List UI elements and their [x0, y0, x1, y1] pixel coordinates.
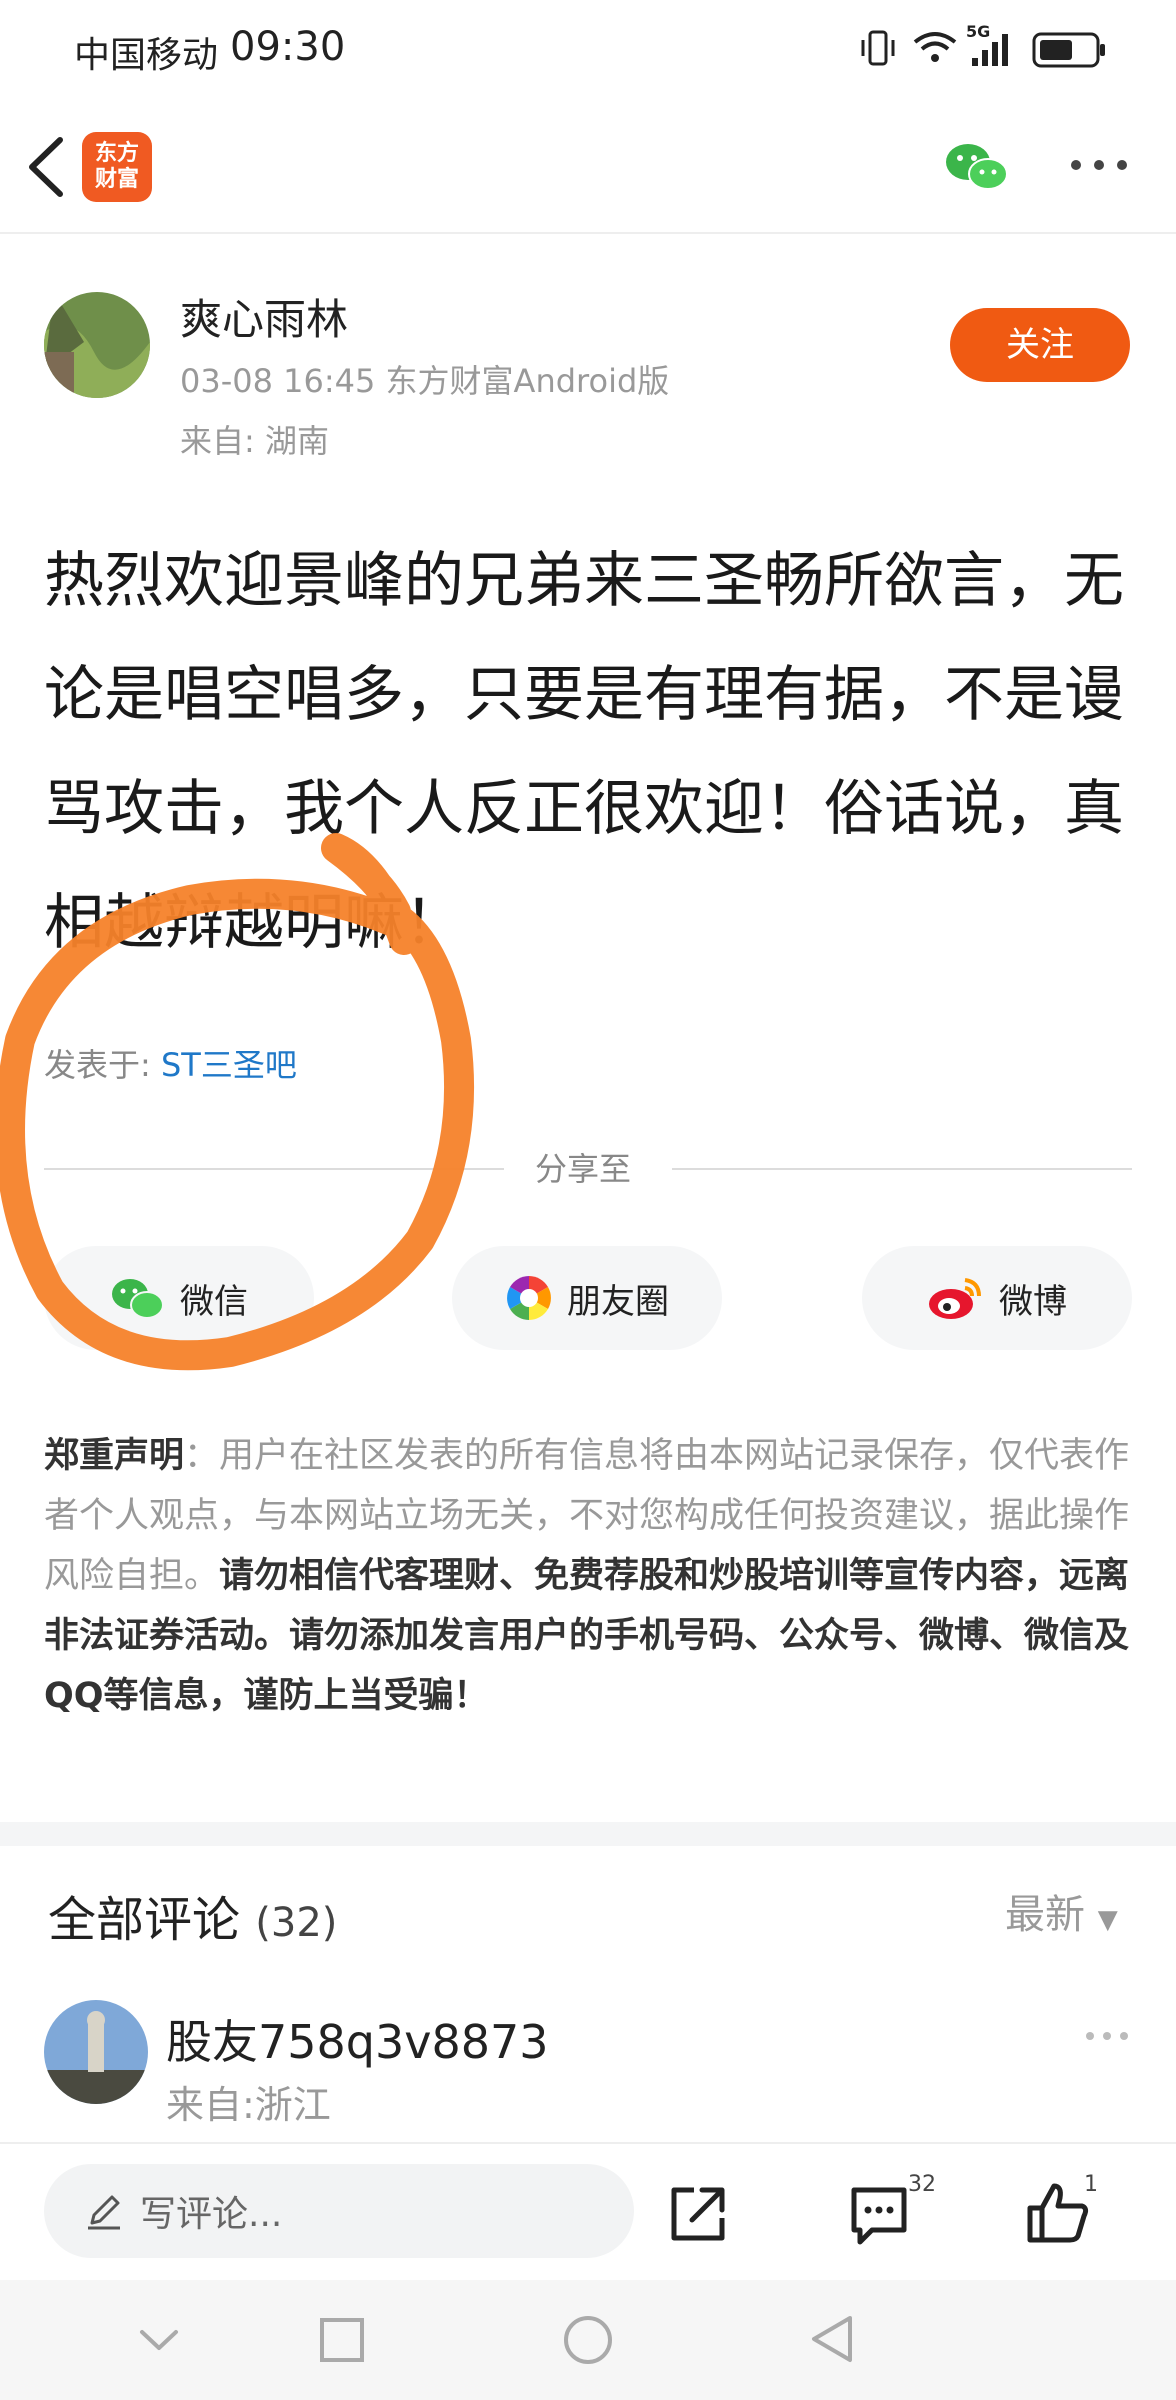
- share-title: 分享至: [535, 1150, 632, 1188]
- commenter-avatar[interactable]: [44, 2000, 148, 2104]
- commenter-name[interactable]: 股友758q3v8873: [166, 2006, 549, 2072]
- commenter-location: 来自:浙江: [166, 2083, 331, 2127]
- moments-icon: [507, 1276, 551, 1320]
- comment-more-icon[interactable]: [1082, 2026, 1132, 2046]
- forum-link[interactable]: ST三圣吧: [161, 1046, 297, 1084]
- wechat-icon: [112, 1279, 164, 1319]
- app-logo[interactable]: 东方 财富: [82, 132, 152, 202]
- comments-header: 全部评论 (32): [48, 1880, 337, 1950]
- vibrate-icon: [861, 30, 895, 66]
- section-divider: [0, 1822, 1176, 1846]
- like-count-badge: 1: [1084, 2172, 1098, 2197]
- share-weibo-button[interactable]: 微博: [862, 1246, 1132, 1350]
- wechat-share-icon[interactable]: [944, 138, 1010, 194]
- clock: 09:30: [230, 24, 346, 70]
- status-bar: 中国移动 09:30 5G: [0, 0, 1176, 100]
- author-avatar[interactable]: [44, 292, 150, 398]
- comment-bubble-icon[interactable]: [848, 2184, 910, 2246]
- write-comment-input[interactable]: 写评论...: [44, 2164, 634, 2258]
- share-divider-right: [672, 1168, 1132, 1170]
- disclaimer: 郑重声明：用户在社区发表的所有信息将由本网站记录保存，仅代表作者个人观点，与本网…: [44, 1426, 1134, 1726]
- share-wechat-button[interactable]: 微信: [44, 1246, 314, 1350]
- share-external-icon[interactable]: [668, 2184, 728, 2244]
- comment-count-badge: 32: [908, 2172, 936, 2197]
- share-wechat-label: 微信: [180, 1281, 248, 1322]
- caret-down-icon: ▼: [1097, 1905, 1118, 1935]
- share-moments-label: 朋友圈: [567, 1281, 669, 1322]
- battery-icon: [1032, 32, 1105, 68]
- signal-icon: [972, 34, 1008, 66]
- comments-count: (32): [255, 1900, 338, 1946]
- sort-label: 最新: [1005, 1892, 1085, 1938]
- post-meta: 03-08 16:45 东方财富Android版: [180, 362, 670, 400]
- sort-dropdown[interactable]: 最新 ▼: [1005, 1882, 1118, 1940]
- posted-in-label: 发表于:: [44, 1046, 161, 1084]
- weibo-icon: [929, 1278, 981, 1319]
- share-moments-button[interactable]: 朋友圈: [452, 1246, 722, 1350]
- nav-home-icon[interactable]: [562, 2314, 614, 2366]
- comment-placeholder: 写评论...: [140, 2194, 283, 2235]
- share-weibo-label: 微博: [999, 1281, 1067, 1322]
- post-content: 热烈欢迎景峰的兄弟来三圣畅所欲言，无论是唱空唱多，只要是有理有据，不是谩骂攻击，…: [44, 546, 1124, 958]
- nav-recents-icon[interactable]: [318, 2316, 366, 2364]
- nav-collapse-icon[interactable]: [136, 2320, 182, 2360]
- more-horizontal-icon[interactable]: [1066, 152, 1132, 178]
- posted-in: 发表于: ST三圣吧: [44, 1040, 297, 1086]
- wifi-icon: [913, 32, 957, 62]
- pencil-icon: [88, 2195, 120, 2230]
- post-location: 来自: 湖南: [180, 422, 329, 460]
- nav-back-icon[interactable]: [806, 2312, 856, 2366]
- share-divider-left: [44, 1168, 504, 1170]
- follow-button[interactable]: 关注: [950, 308, 1130, 382]
- logo-line-1: 东方: [94, 141, 139, 166]
- comments-title: 全部评论: [48, 1892, 241, 1948]
- carrier-label: 中国移动: [74, 35, 219, 76]
- logo-line-2: 财富: [94, 167, 139, 192]
- author-name[interactable]: 爽心雨林: [180, 286, 348, 347]
- thumbs-up-icon[interactable]: [1026, 2180, 1090, 2244]
- disclaimer-heading: 郑重声明: [44, 1436, 185, 1476]
- back-chevron-icon[interactable]: [22, 134, 68, 200]
